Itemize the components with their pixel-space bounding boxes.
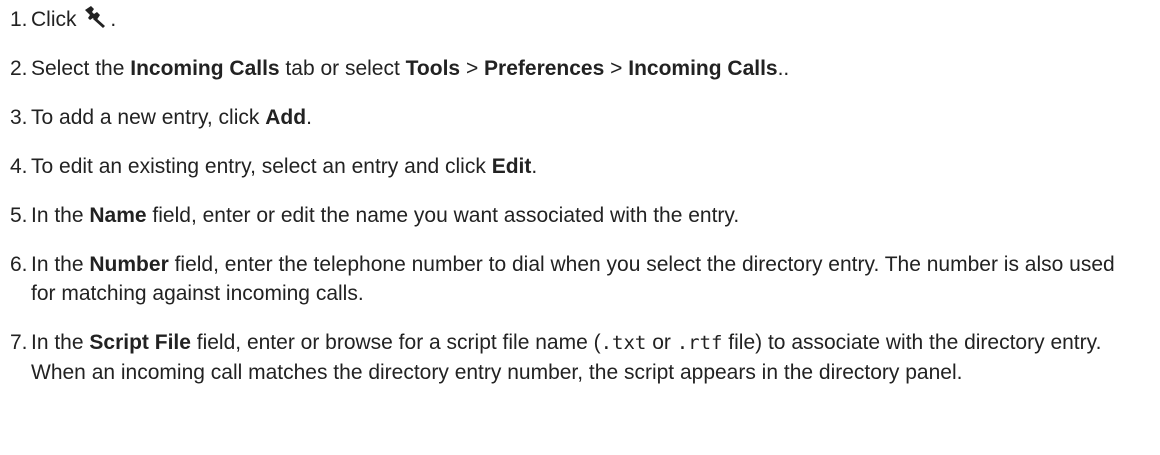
step-text: > bbox=[460, 57, 485, 80]
step-text: > bbox=[604, 57, 629, 80]
step-text: In the bbox=[31, 253, 90, 276]
step-text: tab or select bbox=[279, 57, 406, 80]
ui-term-number: Number bbox=[89, 253, 169, 276]
step-number: 4. bbox=[10, 155, 28, 178]
ui-term-script-file: Script File bbox=[89, 331, 191, 354]
step-3: 3. To add a new entry, click Add. bbox=[0, 103, 1141, 132]
step-text: . bbox=[531, 155, 538, 178]
step-text: . bbox=[110, 8, 117, 31]
step-text: In the bbox=[31, 204, 90, 227]
ui-term-tools-menu: Tools bbox=[405, 57, 461, 80]
step-number: 7. bbox=[10, 331, 28, 354]
step-text: Click bbox=[31, 8, 83, 31]
ui-term-name: Name bbox=[89, 204, 147, 227]
file-extension-rtf: .rtf bbox=[676, 332, 723, 354]
step-6: 6. In the Number field, enter the teleph… bbox=[0, 250, 1141, 308]
ui-term-incoming-calls: Incoming Calls bbox=[628, 57, 778, 80]
step-7: 7. In the Script File field, enter or br… bbox=[0, 328, 1141, 387]
step-number: 3. bbox=[10, 106, 28, 129]
step-5: 5. In the Name field, enter or edit the … bbox=[0, 201, 1141, 230]
instruction-steps: 1. Click . 2. Select the Incoming Calls … bbox=[0, 5, 1160, 387]
wrench-icon bbox=[85, 6, 106, 28]
step-number: 2. bbox=[10, 57, 28, 80]
step-4: 4. To edit an existing entry, select an … bbox=[0, 152, 1141, 181]
step-text: To edit an existing entry, select an ent… bbox=[31, 155, 492, 178]
file-extension-txt: .txt bbox=[600, 332, 647, 354]
step-text: In the bbox=[31, 331, 90, 354]
step-text: field, enter or edit the name you want a… bbox=[146, 204, 740, 227]
step-number: 1. bbox=[10, 8, 28, 31]
ui-term-incoming-calls-tab: Incoming Calls bbox=[130, 57, 280, 80]
step-text: field, enter the telephone number to dia… bbox=[31, 253, 1115, 305]
step-2: 2. Select the Incoming Calls tab or sele… bbox=[0, 54, 1141, 83]
step-text: . bbox=[306, 106, 312, 129]
ui-term-add: Add bbox=[265, 106, 307, 129]
step-number: 5. bbox=[10, 204, 28, 227]
ui-term-edit: Edit bbox=[491, 155, 532, 178]
step-text: Select the bbox=[31, 57, 131, 80]
ui-term-preferences: Preferences bbox=[484, 57, 605, 80]
step-1: 1. Click . bbox=[0, 5, 1141, 34]
step-text: To add a new entry, click bbox=[31, 106, 266, 129]
step-text: or bbox=[646, 331, 677, 354]
step-number: 6. bbox=[10, 253, 28, 276]
step-text: field, enter or browse for a script file… bbox=[190, 331, 601, 354]
step-text: .. bbox=[777, 57, 790, 80]
